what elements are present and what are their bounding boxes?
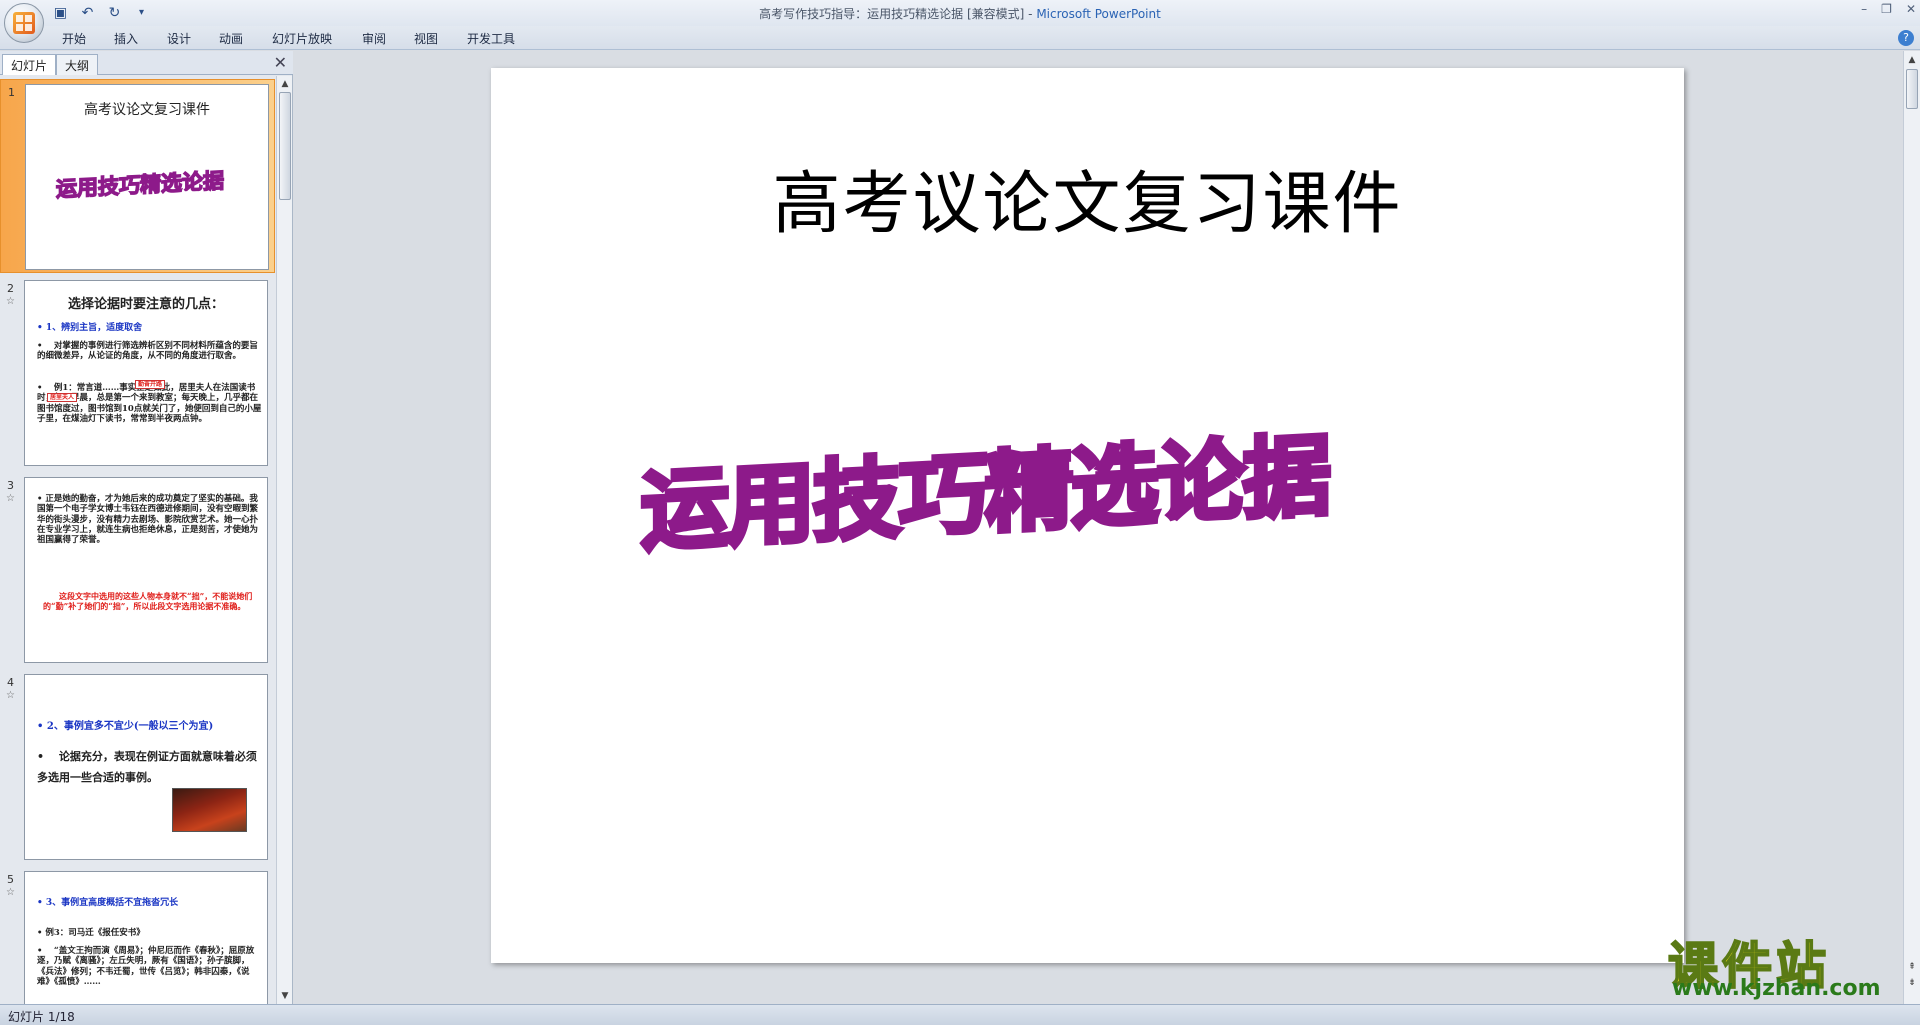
- close-icon[interactable]: ✕: [274, 53, 287, 72]
- scrollbar-thumb[interactable]: [279, 92, 291, 200]
- slide-number: 3: [7, 479, 14, 492]
- close-button[interactable]: ✕: [1906, 2, 1916, 16]
- watermark-url: www.kjzhan.com: [1672, 976, 1881, 1001]
- thumb-subheading: • 例3：司马迁《报任安书》: [37, 928, 145, 938]
- slide-number: 5: [7, 873, 14, 886]
- slide-thumbnail-3[interactable]: 3 ☆ • 正是她的勤奋，才为她后来的成功奠定了坚实的基础。我国第一个电子学女博…: [0, 473, 275, 667]
- slide-editor: 高考议论文复习课件 运用技巧精选论据: [294, 51, 1903, 1004]
- panel-tabs: 幻灯片 大纲 ✕: [0, 51, 293, 75]
- thumbnail-list: 1 高考议论文复习课件 运用技巧精选论据 2 ☆ 选择论据时要注意的几点： • …: [0, 76, 275, 1004]
- tab-view[interactable]: 视图: [414, 30, 438, 47]
- status-bar: 幻灯片 1/18: [0, 1004, 1920, 1025]
- slide-thumbnail-5[interactable]: 5 ☆ • 3、事例宜高度概括不宜拖沓冗长 • 例3：司马迁《报任安书》 • “…: [0, 867, 275, 1004]
- thumb-note: 这段文字中选用的这些人物本身就不“拙”，不能说她们的“勤”补了她们的“拙”，所以…: [43, 591, 253, 611]
- slide-thumbnail-4[interactable]: 4 ☆ • 2、事例宜多不宜少(一般以三个为宜) • 论据充分，表现在例证方面就…: [0, 670, 275, 864]
- animation-star-icon: ☆: [6, 690, 15, 701]
- thumb-title: 高考议论文复习课件: [84, 102, 210, 118]
- document-title: 高考写作技巧指导：运用技巧精选论据 [兼容模式]: [759, 7, 1025, 21]
- ribbon-tabs: 开始 插入 设计 动画 幻灯片放映 审阅 视图 开发工具 ?: [0, 26, 1920, 50]
- animation-star-icon: ☆: [6, 887, 15, 898]
- current-slide[interactable]: 高考议论文复习课件 运用技巧精选论据: [491, 68, 1684, 963]
- slide-title[interactable]: 高考议论文复习课件: [491, 148, 1684, 247]
- thumb-body: • “盖文王拘而演《周易》；仲尼厄而作《春秋》；屈原放逐，乃赋《离骚》；左丘失明…: [37, 946, 255, 988]
- title-separator: -: [1024, 7, 1037, 21]
- tab-slides[interactable]: 幻灯片: [2, 54, 57, 75]
- window-controls: – ❐ ✕: [1861, 2, 1916, 16]
- restore-button[interactable]: ❐: [1881, 2, 1892, 16]
- thumb-body: • 论据充分，表现在例证方面就意味着必须多选用一些合适的事例。: [37, 750, 257, 784]
- thumb-body: • 正是她的勤奋，才为她后来的成功奠定了坚实的基础。我国第一个电子学女博士韦钰在…: [37, 494, 259, 546]
- help-icon[interactable]: ?: [1898, 30, 1914, 46]
- tab-animations[interactable]: 动画: [219, 30, 243, 47]
- slide-thumbnail-1[interactable]: 1 高考议论文复习课件 运用技巧精选论据: [0, 79, 275, 273]
- thumb-heading: • 1、辨别主旨，适度取舍: [37, 323, 143, 333]
- thumb-tag: 居里夫人: [47, 393, 78, 403]
- window-title: 高考写作技巧指导：运用技巧精选论据 [兼容模式] - Microsoft Pow…: [0, 5, 1920, 22]
- title-bar: ▣ ↶ ↻ ▾ 高考写作技巧指导：运用技巧精选论据 [兼容模式] - Micro…: [0, 0, 1920, 43]
- thumb-wordart: 运用技巧精选论据: [55, 167, 224, 202]
- thumb-photo: [172, 788, 247, 832]
- minimize-button[interactable]: –: [1861, 2, 1867, 16]
- office-logo-icon: [13, 12, 35, 34]
- tab-review[interactable]: 审阅: [362, 30, 386, 47]
- slide-preview: 选择论据时要注意的几点： • 1、辨别主旨，适度取舍 • 对掌握的事例进行筛选辨…: [24, 280, 268, 466]
- slide-preview: 高考议论文复习课件 运用技巧精选论据: [25, 84, 269, 270]
- tab-slideshow[interactable]: 幻灯片放映: [272, 30, 332, 47]
- thumb-tag: 勤奋开路: [135, 380, 166, 390]
- editor-scrollbar[interactable]: ▲ ⇞ ⇟: [1903, 51, 1920, 1004]
- slide-number: 4: [7, 676, 14, 689]
- office-button[interactable]: [4, 3, 44, 43]
- thumbnail-scrollbar[interactable]: ▲ ▼: [276, 76, 292, 1004]
- animation-star-icon: ☆: [6, 296, 15, 307]
- thumb-heading: • 2、事例宜多不宜少(一般以三个为宜): [37, 721, 214, 732]
- slide-preview: • 正是她的勤奋，才为她后来的成功奠定了坚实的基础。我国第一个电子学女博士韦钰在…: [24, 477, 268, 663]
- tab-outline[interactable]: 大纲: [56, 54, 99, 75]
- app-name: Microsoft PowerPoint: [1036, 7, 1161, 21]
- slide-wordart[interactable]: 运用技巧精选论据: [639, 405, 1332, 568]
- slide-preview: • 3、事例宜高度概括不宜拖沓冗长 • 例3：司马迁《报任安书》 • “盖文王拘…: [24, 871, 268, 1004]
- slide-indicator: 幻灯片 1/18: [8, 1010, 75, 1024]
- scroll-down-icon[interactable]: ▼: [278, 989, 292, 1003]
- thumb-body: • 对掌握的事例进行筛选辨析区别不同材料所蕴含的要旨的细微差异，从论证的角度，从…: [37, 341, 258, 362]
- site-watermark: 课件站 www.kjzhan.com: [1667, 926, 1908, 1001]
- slide-number: 1: [8, 86, 15, 99]
- slide-thumbnail-2[interactable]: 2 ☆ 选择论据时要注意的几点： • 1、辨别主旨，适度取舍 • 对掌握的事例进…: [0, 276, 275, 470]
- scroll-up-icon[interactable]: ▲: [1905, 53, 1919, 67]
- animation-star-icon: ☆: [6, 493, 15, 504]
- slide-preview: • 2、事例宜多不宜少(一般以三个为宜) • 论据充分，表现在例证方面就意味着必…: [24, 674, 268, 860]
- tab-home[interactable]: 开始: [62, 30, 86, 47]
- tab-design[interactable]: 设计: [167, 30, 191, 47]
- thumb-heading: • 3、事例宜高度概括不宜拖沓冗长: [37, 898, 179, 908]
- tab-developer[interactable]: 开发工具: [467, 30, 515, 47]
- scroll-up-icon[interactable]: ▲: [278, 77, 292, 91]
- tab-insert[interactable]: 插入: [114, 30, 138, 47]
- slides-panel: 幻灯片 大纲 ✕ 1 高考议论文复习课件 运用技巧精选论据 2 ☆ 选择论据时要…: [0, 51, 293, 1004]
- slide-number: 2: [7, 282, 14, 295]
- scrollbar-thumb[interactable]: [1906, 69, 1918, 109]
- thumb-title: 选择论据时要注意的几点：: [67, 297, 224, 312]
